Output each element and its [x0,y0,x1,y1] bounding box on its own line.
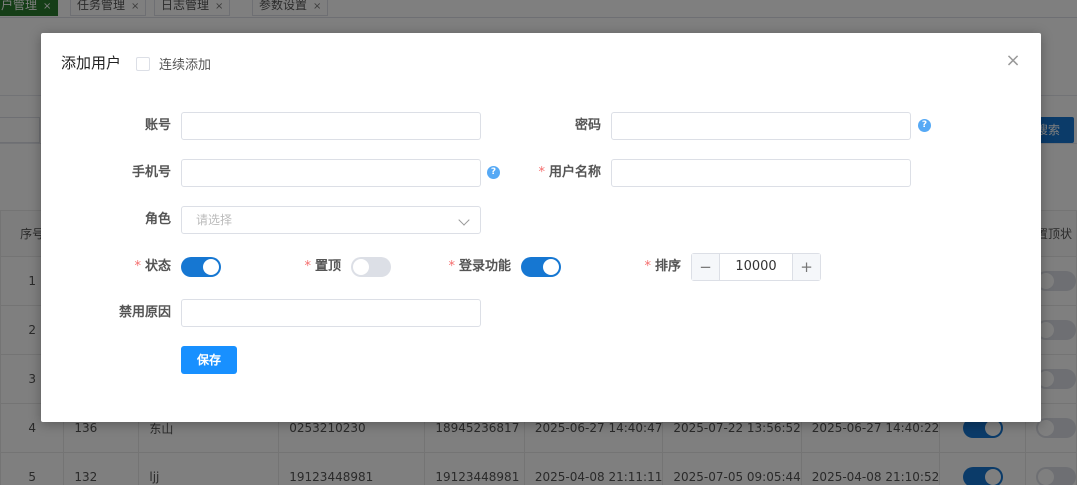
help-icon[interactable]: ? [918,119,931,132]
username-label: * 用户名称 [538,165,601,180]
ban-reason-input[interactable] [181,299,481,327]
role-select[interactable]: 请选择 [181,206,481,234]
role-placeholder: 请选择 [196,213,233,227]
required-mark: * [304,259,311,274]
add-user-dialog: 添加用户 连续添加 × 账号 密码 ? 手机号 ? * 用户名称 角色 请选择 *… [41,33,1041,422]
sort-value[interactable]: 10000 [720,254,792,280]
required-mark: * [448,259,455,274]
account-label: 账号 [144,118,171,133]
phone-input[interactable] [181,159,481,187]
password-input[interactable] [611,112,911,140]
checkbox-box[interactable] [136,56,150,71]
required-mark: * [134,259,141,274]
account-input[interactable] [181,112,481,140]
pin-label: * 置顶 [304,259,341,274]
dialog-title: 添加用户 [61,54,122,72]
username-input[interactable] [611,159,911,187]
login-function-label: * 登录功能 [448,259,511,274]
role-label: 角色 [144,212,171,227]
decrement-button[interactable]: − [692,254,720,280]
ban-reason-label: 禁用原因 [118,305,171,320]
close-icon[interactable]: × [1003,51,1023,71]
status-label: * 状态 [134,259,171,274]
phone-label: 手机号 [131,165,171,180]
sort-stepper[interactable]: − 10000 + [691,253,821,281]
required-mark: * [538,165,545,180]
increment-button[interactable]: + [792,254,820,280]
continuous-add-label: 连续添加 [159,58,212,73]
chevron-down-icon [458,214,470,226]
password-label: 密码 [574,118,601,133]
required-mark: * [644,259,651,274]
continuous-add-checkbox[interactable]: 连续添加 [136,54,211,73]
save-button[interactable]: 保存 [181,346,237,374]
sort-label: * 排序 [644,259,681,274]
